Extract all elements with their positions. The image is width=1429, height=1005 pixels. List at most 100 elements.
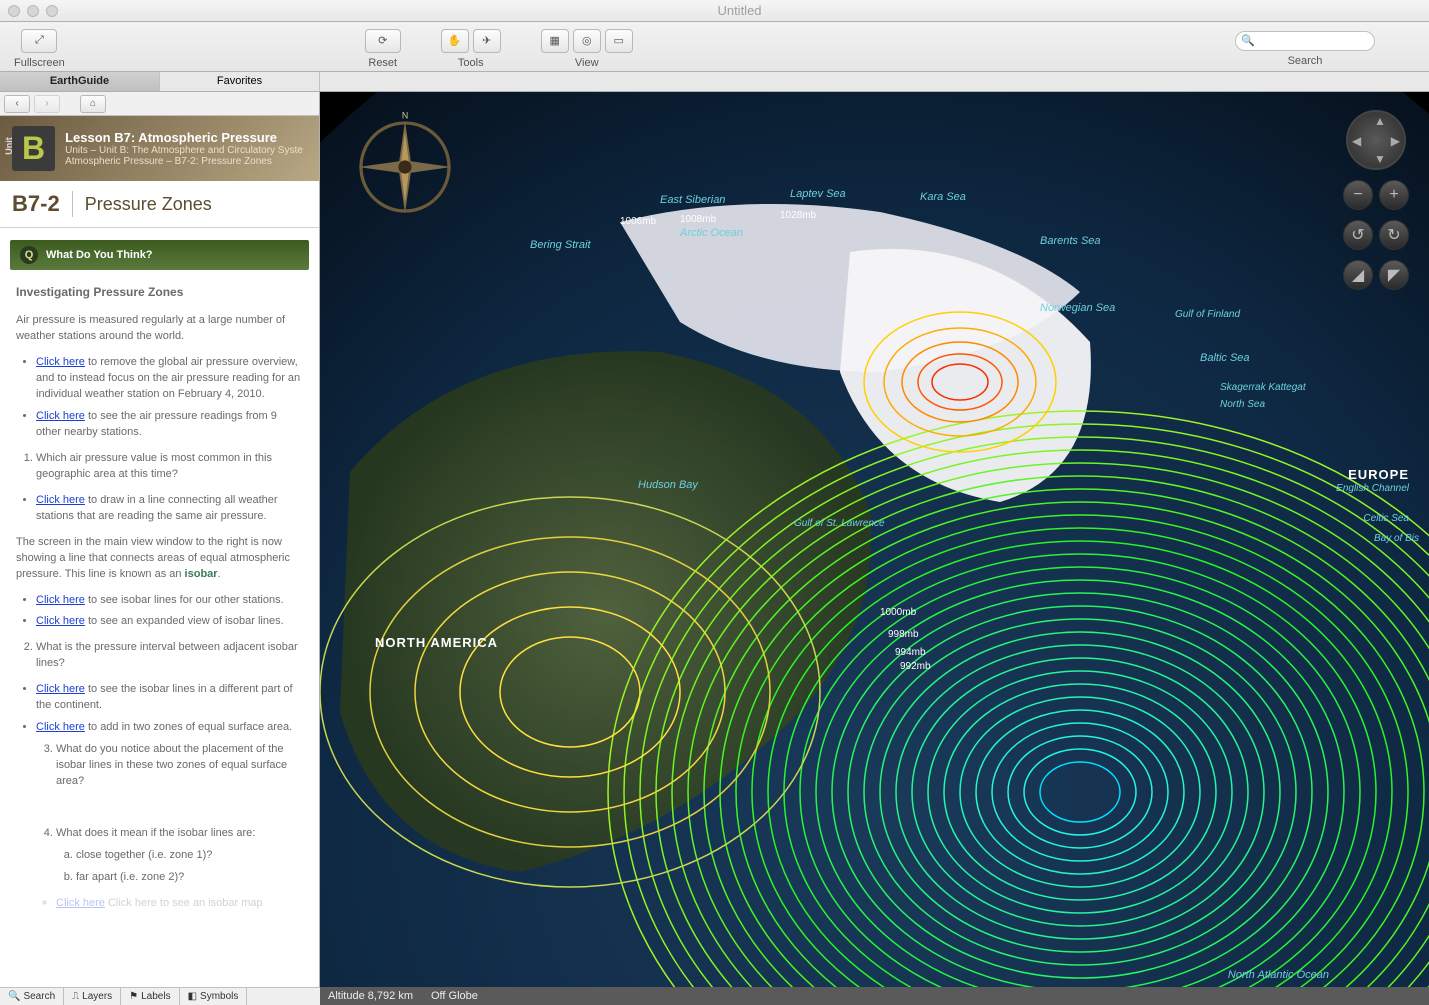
question-icon: Q [20,246,38,264]
question-2: What is the pressure interval between ad… [36,640,303,672]
section-title: Pressure Zones [85,194,212,215]
pan-ring[interactable]: ▲▼ ◀▶ [1346,110,1406,170]
label-europe: EUROPE [1348,467,1409,482]
titlebar: Untitled [0,0,1429,22]
search-icon: 🔍 [1241,34,1255,47]
question-4: What does it mean if the isobar lines ar… [56,827,255,839]
term-isobar: isobar [185,568,218,580]
link-draw-line[interactable]: Click here [36,494,85,506]
flag-icon: ⚑ [129,991,138,1002]
zoom-out-button[interactable]: − [1343,180,1373,210]
tilt-up-button[interactable]: ◤ [1379,260,1409,290]
globe-render [320,92,1429,987]
label-gof: Gulf of Finland [1175,309,1240,320]
sidebar: ‹ › ⌂ B Lesson B7: Atmospheric Pressure … [0,92,320,987]
label-hudson: Hudson Bay [638,479,698,491]
globe-view-button[interactable]: ◎ [573,29,601,53]
status-altitude: Altitude 8,792 km [328,990,413,1002]
label-nsea: North Sea [1220,399,1265,410]
label-bob: Bay of Bis [1374,533,1419,544]
label-bering: Bering Strait [530,239,591,251]
label-kara: Kara Sea [920,191,966,203]
nav-row: ‹ › ⌂ [0,92,319,116]
btab-symbols[interactable]: ◧Symbols [180,988,248,1005]
label-eastsib: East Siberian [660,194,725,206]
search-label: Search [1288,55,1323,67]
traffic-lights [8,5,58,17]
btab-layers[interactable]: ⎍Layers [64,988,121,1005]
label-barents: Barents Sea [1040,235,1101,247]
mb-998: 998mb [888,629,919,640]
reset-label: Reset [368,57,397,69]
spin-tool-button[interactable]: ✈ [473,29,501,53]
tab-earthguide[interactable]: EarthGuide [0,72,160,91]
label-skag: Skagerrak Kattegat [1220,382,1306,393]
mb-1028: 1028mb [780,210,816,221]
tab-favorites[interactable]: Favorites [160,72,320,91]
label-laptev: Laptev Sea [790,188,846,200]
close-icon[interactable] [8,5,20,17]
status-bar: Altitude 8,792 km Off Globe [320,987,1429,1005]
view-label: View [575,57,599,69]
lesson-breadcrumb-2: Atmospheric Pressure – B7-2: Pressure Zo… [65,156,303,167]
nav-controls: ▲▼ ◀▶ − + ↺ ↻ ◢ ◤ [1343,110,1409,290]
link-diff-part[interactable]: Click here [36,683,85,695]
label-natl: North Atlantic Ocean [1228,969,1329,981]
tilt-down-button[interactable]: ◢ [1343,260,1373,290]
question-4a: close together (i.e. zone 1)? [76,848,303,864]
main-toolbar: ⤢ Fullscreen ⟳ Reset ✋ ✈ Tools ▦ ◎ ▭ Vie… [0,22,1429,72]
tools-label: Tools [458,57,484,69]
link-remove-overview[interactable]: Click here [36,356,85,368]
search-input[interactable] [1235,31,1375,51]
link-isobar-map[interactable]: Click here [56,897,105,909]
home-button[interactable]: ⌂ [80,95,106,113]
mb-1006: 1006mb [620,216,656,227]
back-button[interactable]: ‹ [4,95,30,113]
question-bar-label: What Do You Think? [46,249,153,261]
label-arctic: Arctic Ocean [680,227,743,239]
forward-button[interactable]: › [34,95,60,113]
link-isobar-expanded[interactable]: Click here [36,615,85,627]
section-number: B7-2 [12,191,73,217]
body-heading: Investigating Pressure Zones [16,284,303,301]
link-isobar-others[interactable]: Click here [36,594,85,606]
label-engch: English Channel [1336,483,1409,494]
btab-search[interactable]: 🔍Search [0,988,64,1005]
label-baltic: Baltic Sea [1200,352,1250,364]
lesson-body[interactable]: Investigating Pressure Zones Air pressur… [0,270,319,987]
search-small-icon: 🔍 [8,991,20,1002]
mb-994: 994mb [895,647,926,658]
flat-view-button[interactable]: ▭ [605,29,633,53]
reset-button[interactable]: ⟳ [365,29,401,53]
rotate-cw-button[interactable]: ↻ [1379,220,1409,250]
bottom-tabs: 🔍Search ⎍Layers ⚑Labels ◧Symbols [0,987,320,1005]
question-3: What do you notice about the placement o… [56,742,303,790]
link-show-stations[interactable]: Click here [36,410,85,422]
question-bar: Q What Do You Think? [10,240,309,270]
rotate-ccw-button[interactable]: ↺ [1343,220,1373,250]
fullscreen-button[interactable]: ⤢ [21,29,57,53]
mb-992: 992mb [900,661,931,672]
minimize-icon[interactable] [27,5,39,17]
lesson-title: Lesson B7: Atmospheric Pressure [65,130,303,145]
svg-text:N: N [402,112,408,121]
compass-icon: N [350,112,460,222]
label-norweg: Norwegian Sea [1040,302,1115,314]
label-celtic: Celtic Sea [1363,513,1409,524]
zoom-in-button[interactable]: + [1379,180,1409,210]
shapes-icon: ◧ [188,991,197,1002]
globe-viewport[interactable]: N ▲▼ ◀▶ − + ↺ ↻ ◢ ◤ Arctic Ocean Laptev … [320,92,1429,987]
pan-tool-button[interactable]: ✋ [441,29,469,53]
zoom-icon[interactable] [46,5,58,17]
label-northamerica: NORTH AMERICA [375,635,498,650]
label-stlaw: Gulf of St. Lawrence [794,518,885,529]
mb-1000: 1000mb [880,607,916,618]
sidebar-tabs: EarthGuide Favorites [0,72,1429,92]
question-4b: far apart (i.e. zone 2)? [76,870,303,886]
lesson-banner: B Lesson B7: Atmospheric Pressure Units … [0,116,319,181]
link-add-zones[interactable]: Click here [36,721,85,733]
map-view-button[interactable]: ▦ [541,29,569,53]
btab-labels[interactable]: ⚑Labels [121,988,179,1005]
mb-1008: 1008mb [680,214,716,225]
fullscreen-label: Fullscreen [14,57,65,69]
